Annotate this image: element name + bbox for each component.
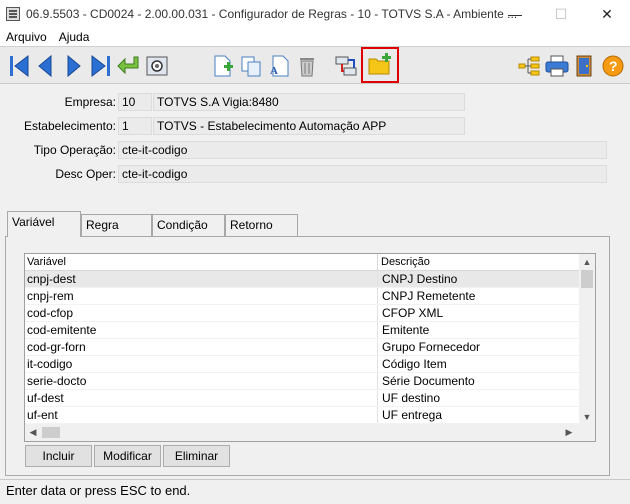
last-record-icon[interactable] bbox=[88, 53, 114, 79]
svg-text:?: ? bbox=[609, 58, 618, 74]
tab-retorno[interactable]: Retorno bbox=[225, 214, 298, 236]
menu-ajuda[interactable]: Ajuda bbox=[53, 30, 96, 44]
empresa-name-field: TOTVS S.A Vigia:8480 bbox=[153, 93, 465, 111]
status-text: Enter data or press ESC to end. bbox=[6, 483, 191, 498]
cell-descricao: Série Documento bbox=[382, 374, 475, 388]
print-icon[interactable] bbox=[544, 53, 570, 79]
scroll-down-icon[interactable]: ▼ bbox=[579, 409, 595, 425]
table-row[interactable]: cnpj-dest CNPJ Destino bbox=[25, 271, 580, 288]
exit-icon[interactable] bbox=[572, 53, 598, 79]
go-to-icon[interactable] bbox=[116, 53, 142, 79]
table-row[interactable]: uf-dest UF destino bbox=[25, 390, 580, 407]
vertical-scrollbar[interactable]: ▲ ▼ bbox=[579, 254, 595, 425]
empresa-code-field[interactable]: 10 bbox=[118, 93, 152, 111]
scroll-left-icon[interactable]: ◀ bbox=[25, 424, 41, 440]
maximize-button[interactable]: ☐ bbox=[538, 0, 584, 28]
header-form: Empresa: 10 TOTVS S.A Vigia:8480 Estabel… bbox=[0, 85, 630, 200]
minimize-button[interactable]: — bbox=[492, 0, 538, 28]
tab-condicao-label: Condição bbox=[157, 218, 208, 232]
eliminar-button-label: Eliminar bbox=[174, 449, 219, 463]
table-row[interactable]: uf-ent UF entrega bbox=[25, 407, 580, 424]
menu-arquivo[interactable]: Arquivo bbox=[0, 30, 53, 44]
estabelecimento-name-field: TOTVS - Estabelecimento Automação APP bbox=[153, 117, 465, 135]
cell-variavel: it-codigo bbox=[25, 356, 378, 373]
window-title: 06.9.5503 - CD0024 - 2.00.00.031 - Confi… bbox=[26, 7, 518, 21]
grid-header: Variável Descrição bbox=[25, 254, 580, 271]
menu-bar: Arquivo Ajuda bbox=[0, 28, 630, 46]
tab-retorno-label: Retorno bbox=[230, 218, 273, 232]
empresa-label: Empresa: bbox=[64, 95, 116, 109]
status-bar: Enter data or press ESC to end. bbox=[0, 479, 630, 504]
close-button[interactable]: ✕ bbox=[584, 0, 630, 28]
tab-variavel[interactable]: Variável bbox=[7, 211, 81, 237]
table-row[interactable]: cnpj-rem CNPJ Remetente bbox=[25, 288, 580, 305]
svg-text:A: A bbox=[270, 65, 278, 77]
cell-variavel: serie-docto bbox=[25, 373, 378, 390]
incluir-button-label: Incluir bbox=[42, 449, 75, 463]
desc-oper-field[interactable]: cte-it-codigo bbox=[118, 165, 607, 183]
variables-grid[interactable]: Variável Descrição cnpj-dest CNPJ Destin… bbox=[24, 253, 596, 442]
table-row[interactable]: it-codigo Código Item bbox=[25, 356, 580, 373]
column-header-descricao[interactable]: Descrição bbox=[379, 254, 579, 271]
new-folder-icon bbox=[368, 53, 391, 75]
cell-descricao: Grupo Fornecedor bbox=[382, 340, 481, 354]
horizontal-scroll-thumb[interactable] bbox=[42, 427, 60, 438]
horizontal-scrollbar[interactable]: ◀ ▶ bbox=[25, 424, 595, 441]
toolbar: A ? bbox=[0, 46, 630, 84]
table-row[interactable]: cod-cfop CFOP XML bbox=[25, 305, 580, 322]
add-record-icon[interactable] bbox=[210, 53, 236, 79]
desc-oper-label: Desc Oper: bbox=[55, 167, 116, 181]
cell-descricao: Código Item bbox=[382, 357, 447, 371]
cell-variavel: uf-ent bbox=[25, 407, 378, 424]
tab-regra[interactable]: Regra bbox=[81, 214, 152, 236]
new-folder-button[interactable] bbox=[361, 47, 399, 83]
cell-descricao: UF destino bbox=[382, 391, 441, 405]
estabelecimento-label: Estabelecimento: bbox=[23, 119, 116, 133]
table-row[interactable]: cod-emitente Emitente bbox=[25, 322, 580, 339]
cell-variavel: uf-dest bbox=[25, 390, 378, 407]
window-controls: — ☐ ✕ bbox=[492, 0, 630, 28]
tab-variavel-label: Variável bbox=[12, 215, 55, 229]
cell-descricao: CFOP XML bbox=[382, 306, 444, 320]
cell-descricao: CNPJ Destino bbox=[382, 272, 458, 286]
incluir-button[interactable]: Incluir bbox=[25, 445, 92, 467]
tab-strip: Variável Regra Condição Retorno bbox=[0, 211, 630, 237]
edit-record-icon[interactable]: A bbox=[266, 53, 292, 79]
tipo-operacao-label: Tipo Operação: bbox=[33, 143, 116, 157]
next-record-icon[interactable] bbox=[61, 53, 87, 79]
tab-regra-label: Regra bbox=[86, 218, 119, 232]
cell-variavel: cnpj-rem bbox=[25, 288, 378, 305]
search-icon[interactable] bbox=[144, 53, 170, 79]
first-record-icon[interactable] bbox=[6, 53, 32, 79]
eliminar-button[interactable]: Eliminar bbox=[163, 445, 230, 467]
cell-variavel: cod-cfop bbox=[25, 305, 378, 322]
tree-icon[interactable] bbox=[516, 53, 542, 79]
help-icon[interactable]: ? bbox=[600, 53, 626, 79]
cell-variavel: cnpj-dest bbox=[25, 271, 378, 288]
tab-condicao[interactable]: Condição bbox=[152, 214, 225, 236]
table-row[interactable]: serie-docto Série Documento bbox=[25, 373, 580, 390]
tipo-operacao-field[interactable]: cte-it-codigo bbox=[118, 141, 607, 159]
estabelecimento-code-field[interactable]: 1 bbox=[118, 117, 152, 135]
cell-descricao: CNPJ Remetente bbox=[382, 289, 476, 303]
cell-descricao: Emitente bbox=[382, 323, 430, 337]
scroll-right-icon[interactable]: ▶ bbox=[561, 424, 577, 440]
column-header-variavel[interactable]: Variável bbox=[25, 254, 378, 271]
copy-icon[interactable] bbox=[238, 53, 264, 79]
previous-record-icon[interactable] bbox=[32, 53, 58, 79]
cell-variavel: cod-gr-forn bbox=[25, 339, 378, 356]
modificar-button[interactable]: Modificar bbox=[94, 445, 161, 467]
cell-descricao: UF entrega bbox=[382, 408, 443, 422]
app-icon bbox=[6, 7, 20, 21]
modificar-button-label: Modificar bbox=[103, 449, 152, 463]
table-row[interactable]: cod-gr-forn Grupo Fornecedor bbox=[25, 339, 580, 356]
related-items-icon[interactable] bbox=[334, 53, 360, 79]
vertical-scroll-thumb[interactable] bbox=[581, 270, 593, 288]
cell-variavel: cod-emitente bbox=[25, 322, 378, 339]
title-bar: 06.9.5503 - CD0024 - 2.00.00.031 - Confi… bbox=[0, 0, 630, 28]
scroll-up-icon[interactable]: ▲ bbox=[579, 254, 595, 270]
delete-icon[interactable] bbox=[294, 53, 320, 79]
